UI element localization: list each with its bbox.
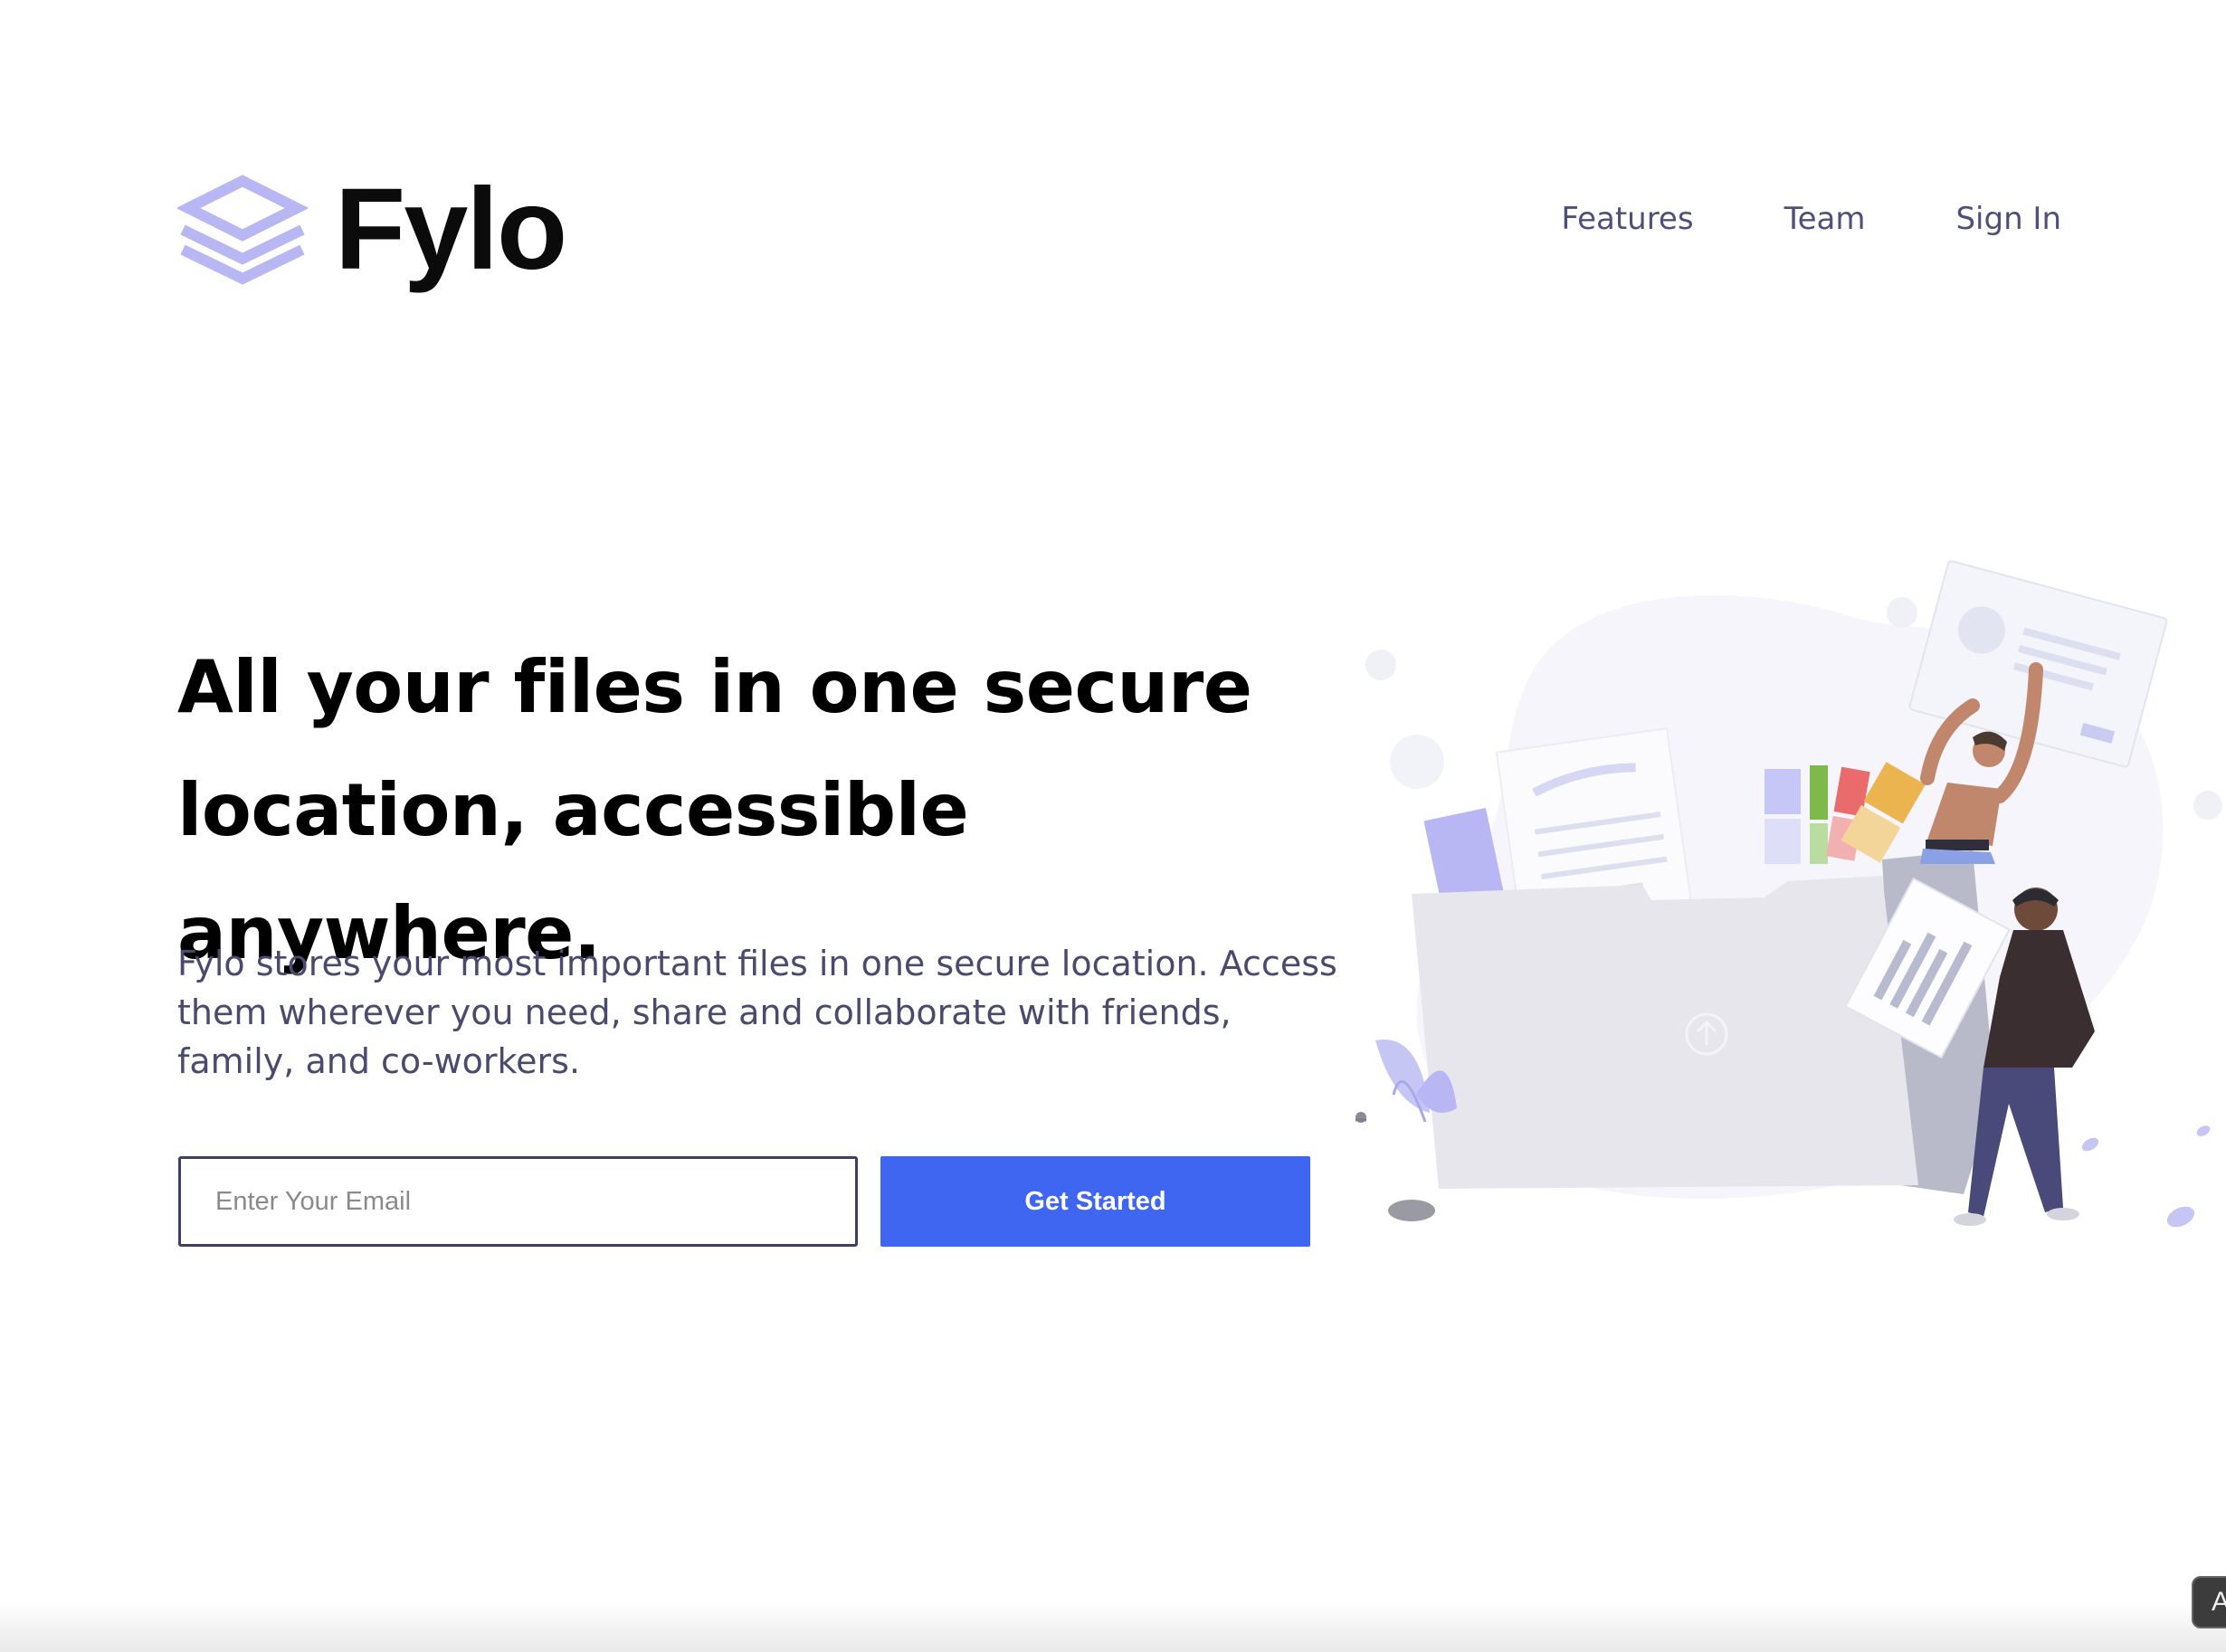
folder-with-people-illustration — [1356, 560, 2222, 1228]
nav-link-sign-in[interactable]: Sign In — [1955, 201, 2061, 237]
main-nav: Features Team Sign In — [1470, 201, 2061, 237]
brand-logo[interactable]: Fylo — [177, 165, 567, 294]
site-header: Fylo Features Team Sign In — [0, 0, 2226, 362]
stacked-layers-icon — [177, 175, 308, 285]
nav-link-team[interactable]: Team — [1784, 201, 1866, 237]
email-input[interactable] — [178, 1156, 858, 1247]
corner-chip[interactable]: A — [2192, 1576, 2226, 1628]
brand-name: Fylo — [335, 165, 567, 294]
nav-link-features[interactable]: Features — [1561, 201, 1693, 237]
hero-description: Fylo stores your most important files in… — [177, 944, 1337, 1081]
bottom-bar — [0, 1601, 2226, 1652]
get-started-button[interactable]: Get Started — [880, 1156, 1310, 1247]
